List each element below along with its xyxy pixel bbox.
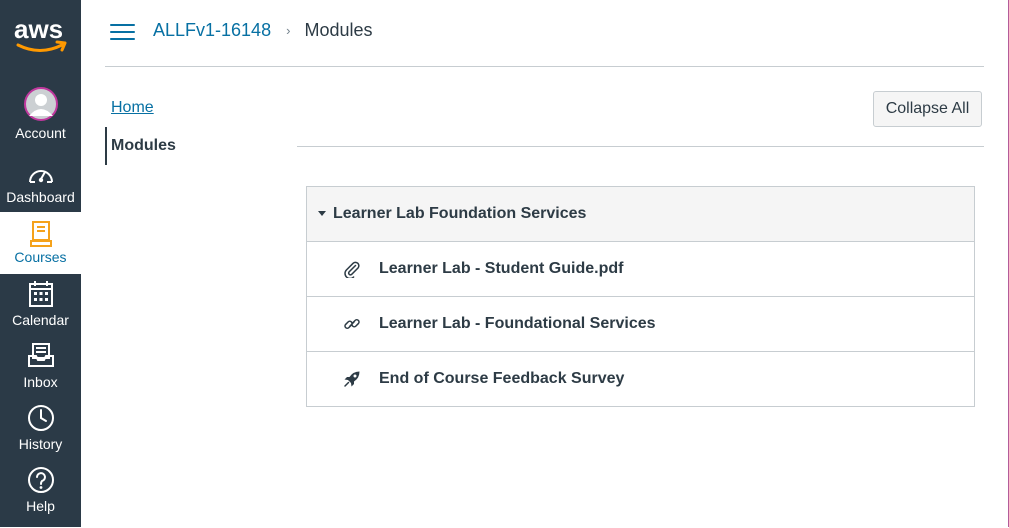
- nav-account[interactable]: Account: [0, 86, 81, 148]
- module-item-title[interactable]: Learner Lab - Foundational Services: [379, 314, 656, 334]
- collapse-all-button[interactable]: Collapse All: [873, 91, 982, 127]
- breadcrumb-separator: ›: [286, 23, 291, 38]
- nav-inbox-label: Inbox: [23, 374, 58, 390]
- course-menu-toggle[interactable]: [110, 22, 136, 44]
- paperclip-icon: [343, 260, 361, 280]
- nav-dashboard[interactable]: Dashboard: [0, 156, 81, 218]
- nav-account-label: Account: [15, 125, 66, 141]
- module-item[interactable]: Learner Lab - Foundational Services: [307, 297, 974, 352]
- header-divider: [105, 66, 984, 67]
- nav-help[interactable]: Help: [0, 466, 81, 528]
- link-icon: [343, 315, 361, 333]
- course-nav-modules-label: Modules: [111, 137, 176, 154]
- breadcrumb: ALLFv1-16148 › Modules: [153, 18, 373, 42]
- module-item[interactable]: Learner Lab - Student Guide.pdf: [307, 242, 974, 297]
- module-header[interactable]: Learner Lab Foundation Services: [307, 187, 974, 242]
- nav-courses[interactable]: Courses: [0, 212, 81, 274]
- nav-courses-label: Courses: [14, 249, 67, 265]
- module-item-title[interactable]: End of Course Feedback Survey: [379, 369, 624, 389]
- nav-calendar-label: Calendar: [12, 312, 69, 328]
- module-item[interactable]: End of Course Feedback Survey: [307, 352, 974, 406]
- breadcrumb-current: Modules: [304, 20, 373, 40]
- nav-history-label: History: [18, 436, 63, 452]
- aws-logo-icon: aws: [14, 14, 67, 52]
- rocket-icon: [343, 370, 361, 388]
- module-panel: Learner Lab Foundation Services Learner …: [306, 186, 975, 407]
- global-nav: aws Account Dashboard Courses Calendar I…: [0, 0, 81, 527]
- content-divider: [297, 146, 984, 147]
- module-title: Learner Lab Foundation Services: [333, 205, 587, 222]
- nav-dashboard-label: Dashboard: [6, 189, 75, 205]
- nav-help-label: Help: [26, 498, 55, 514]
- avatar-icon: [0, 86, 81, 122]
- module-item-title[interactable]: Learner Lab - Student Guide.pdf: [379, 259, 623, 279]
- aws-logo[interactable]: aws: [0, 0, 81, 74]
- nav-calendar[interactable]: Calendar: [0, 280, 81, 342]
- breadcrumb-course-link[interactable]: ALLFv1-16148: [153, 20, 271, 40]
- svg-text:aws: aws: [14, 14, 63, 44]
- nav-history[interactable]: History: [0, 404, 81, 466]
- course-nav-home[interactable]: Home: [111, 98, 154, 118]
- course-nav-modules[interactable]: Modules: [105, 127, 176, 165]
- nav-inbox[interactable]: Inbox: [0, 342, 81, 404]
- caret-down-icon[interactable]: [318, 211, 326, 216]
- hamburger-icon: [110, 24, 135, 26]
